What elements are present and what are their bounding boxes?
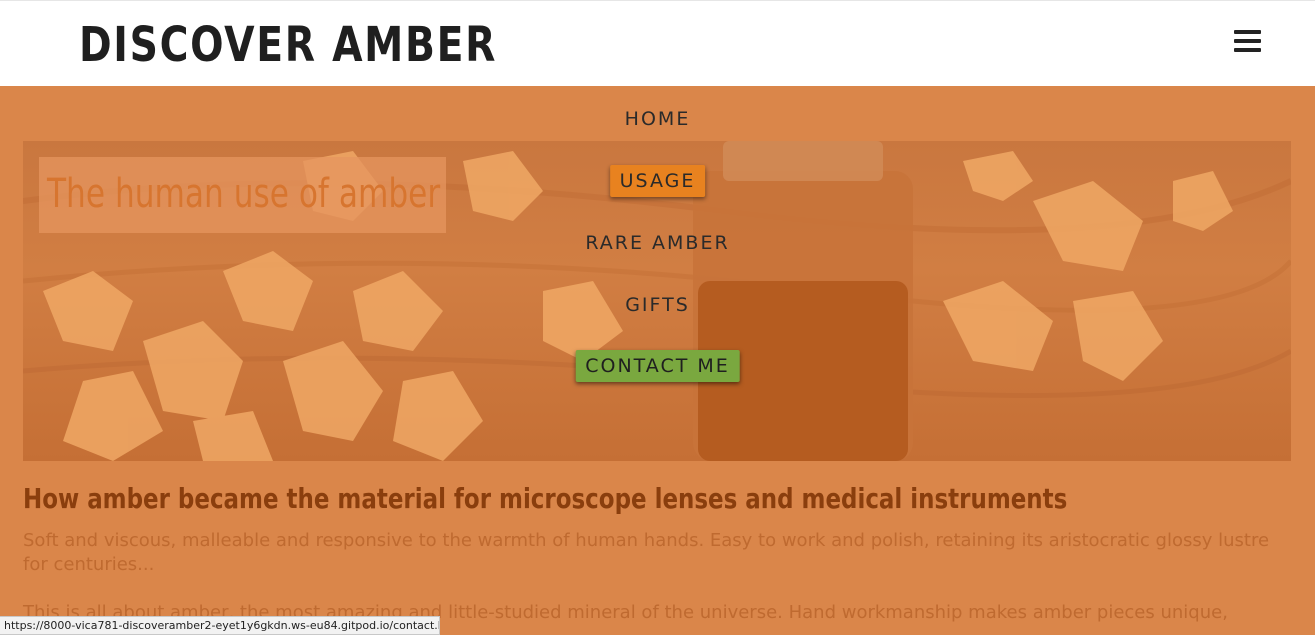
nav-item-rare-amber[interactable]: RARE AMBER [575, 227, 739, 259]
nav-item-usage[interactable]: USAGE [609, 165, 706, 197]
site-logo[interactable]: DISCOVER AMBER [79, 15, 497, 75]
nav-item-gifts[interactable]: GIFTS [615, 289, 700, 321]
nav-item-home[interactable]: HOME [615, 103, 701, 135]
nav-item-contact-me[interactable]: CONTACT ME [575, 350, 740, 382]
page-body: The human use of amber HOME USAGE RARE A… [0, 86, 1315, 635]
article-paragraph: Soft and viscous, malleable and responsi… [23, 530, 1270, 575]
article-title: How amber became the material for micros… [23, 482, 1068, 515]
hamburger-menu-icon[interactable] [1234, 30, 1261, 54]
site-header: DISCOVER AMBER [0, 0, 1315, 86]
main-nav-overlay: HOME USAGE RARE AMBER GIFTS CONTACT ME [0, 86, 1315, 396]
browser-status-url: https://8000-vica781-discoveramber2-eyet… [0, 616, 440, 635]
